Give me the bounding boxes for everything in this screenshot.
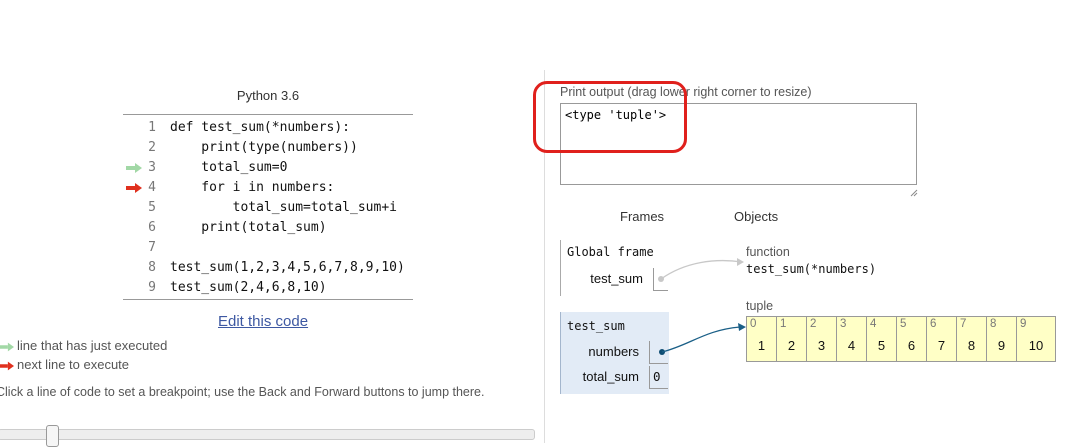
arrowhead-icon (738, 323, 746, 331)
tuple-pointer-arrow (661, 326, 741, 353)
pointer-arrows (658, 258, 746, 355)
function-pointer-arrow (660, 259, 743, 280)
arrowhead-icon (737, 258, 744, 266)
